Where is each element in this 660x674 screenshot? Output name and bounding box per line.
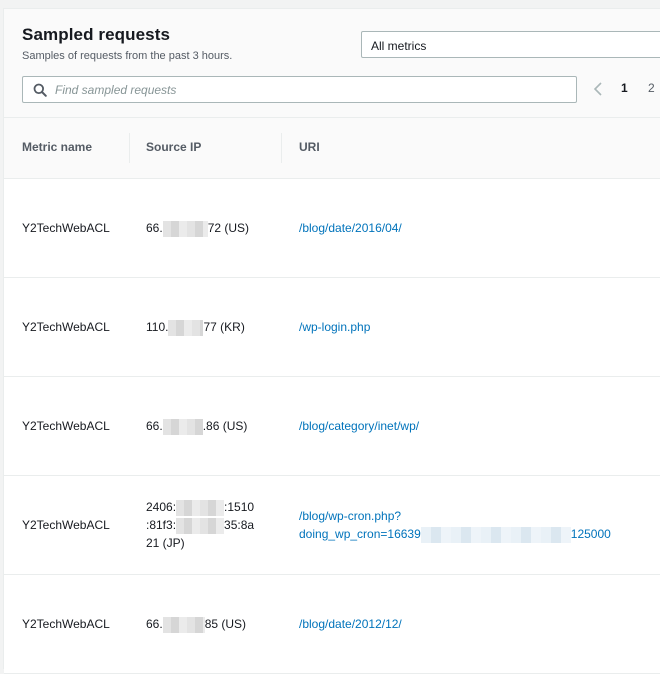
redacted-ip bbox=[176, 499, 225, 516]
ip-part: 35:8a bbox=[224, 518, 255, 532]
column-divider bbox=[129, 133, 130, 163]
metric-name-cell: Y2TechWebACL bbox=[22, 419, 110, 433]
uri-part: 125000 bbox=[570, 527, 611, 541]
column-header-source-ip[interactable]: Source IP bbox=[146, 140, 201, 154]
table-row: Y2TechWebACL 110. 77 (KR) /wp-login.php bbox=[4, 278, 660, 377]
uri-link[interactable]: /blog/date/2016/04/ bbox=[299, 219, 659, 237]
uri-link[interactable]: /wp-login.php bbox=[299, 318, 659, 336]
source-ip-cell: 66. 85 (US) bbox=[146, 615, 271, 633]
search-input[interactable] bbox=[53, 80, 557, 100]
column-header-uri[interactable]: URI bbox=[299, 140, 320, 154]
column-header-metric-name[interactable]: Metric name bbox=[22, 140, 92, 154]
page-2-button[interactable]: 2 bbox=[648, 81, 655, 95]
table-row: Y2TechWebACL 66. .86 (US) /blog/category/… bbox=[4, 377, 660, 476]
redacted-ip bbox=[162, 220, 208, 237]
page-title: Sampled requests bbox=[22, 25, 171, 44]
source-ip-cell: 110. 77 (KR) bbox=[146, 318, 271, 336]
sampled-requests-panel: Sampled requests Samples of requests fro… bbox=[3, 8, 660, 674]
page-subtitle: Samples of requests from the past 3 hour… bbox=[22, 50, 233, 62]
ip-suffix: .86 (US) bbox=[202, 419, 248, 433]
table-row: Y2TechWebACL 66. 85 (US) /blog/date/2012/… bbox=[4, 575, 660, 674]
uri-link[interactable]: /blog/date/2012/12/ bbox=[299, 615, 659, 633]
panel-header: Sampled requests Samples of requests fro… bbox=[4, 9, 660, 118]
ip-suffix: 85 (US) bbox=[204, 617, 247, 631]
ip-prefix: 66. bbox=[146, 221, 163, 235]
source-ip-cell: 2406: :1510 :81f3: 35:8a 21 (JP) bbox=[146, 498, 271, 552]
uri-part: doing_wp_cron=16639 bbox=[299, 527, 421, 541]
ip-suffix: 77 (KR) bbox=[203, 320, 245, 334]
redacted-ip bbox=[162, 418, 203, 435]
chevron-left-icon[interactable] bbox=[589, 80, 607, 98]
ip-prefix: 66. bbox=[146, 419, 163, 433]
source-ip-cell: 66. 72 (US) bbox=[146, 219, 271, 237]
metric-name-cell: Y2TechWebACL bbox=[22, 320, 110, 334]
redacted-ip bbox=[168, 319, 204, 336]
metric-filter-select[interactable]: All metrics bbox=[361, 31, 660, 58]
table-row: Y2TechWebACL 2406: :1510 :81f3: 35:8a 21 (… bbox=[4, 476, 660, 575]
redacted-ip bbox=[176, 517, 225, 534]
column-divider bbox=[281, 133, 282, 163]
source-ip-cell: 66. .86 (US) bbox=[146, 417, 271, 435]
redacted-uri bbox=[420, 526, 571, 543]
ip-suffix: 72 (US) bbox=[207, 221, 250, 235]
ip-part: :1510 bbox=[224, 500, 255, 514]
ip-part: 21 (JP) bbox=[146, 536, 185, 550]
metric-name-cell: Y2TechWebACL bbox=[22, 518, 110, 532]
metric-name-cell: Y2TechWebACL bbox=[22, 617, 110, 631]
table-header: Metric name Source IP URI bbox=[4, 118, 660, 179]
ip-part: 2406: bbox=[146, 500, 177, 514]
uri-line: /blog/wp-cron.php? bbox=[299, 509, 402, 523]
ip-part: :81f3: bbox=[146, 518, 177, 532]
ip-prefix: 66. bbox=[146, 617, 163, 631]
search-icon bbox=[33, 83, 47, 97]
metric-name-cell: Y2TechWebACL bbox=[22, 221, 110, 235]
uri-link[interactable]: /blog/category/inet/wp/ bbox=[299, 417, 659, 435]
table-row: Y2TechWebACL 66. 72 (US) /blog/date/2016/… bbox=[4, 179, 660, 278]
ip-prefix: 110. bbox=[146, 320, 169, 334]
redacted-ip bbox=[162, 616, 205, 633]
metric-filter-value: All metrics bbox=[371, 39, 427, 53]
search-box[interactable] bbox=[22, 76, 577, 103]
uri-link[interactable]: /blog/wp-cron.php? doing_wp_cron=16639 12… bbox=[299, 507, 659, 543]
page-1-button[interactable]: 1 bbox=[621, 81, 628, 95]
